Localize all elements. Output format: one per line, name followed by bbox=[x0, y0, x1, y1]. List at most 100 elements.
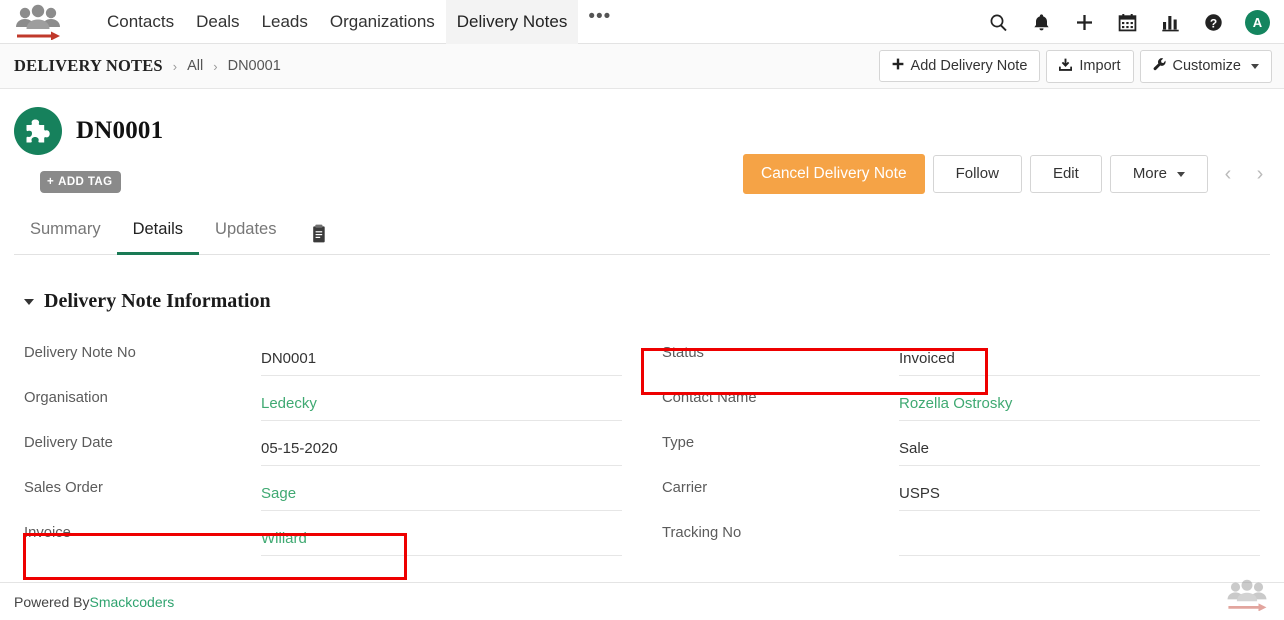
more-button[interactable]: More bbox=[1110, 155, 1208, 193]
breadcrumb-separator-icon: › bbox=[213, 59, 217, 74]
bell-icon[interactable] bbox=[1030, 11, 1052, 33]
nav-item-deals[interactable]: Deals bbox=[185, 0, 250, 44]
field-value: Sale bbox=[899, 440, 929, 458]
field-row-type: Type Sale bbox=[662, 421, 1260, 466]
main-nav-items: Contacts Deals Leads Organizations Deliv… bbox=[96, 0, 621, 44]
field-row-contact-name: Contact Name Rozella Ostrosky bbox=[662, 376, 1260, 421]
chevron-right-icon[interactable]: › bbox=[1248, 159, 1272, 189]
field-value-cell[interactable]: Invoiced bbox=[899, 331, 1260, 376]
field-row-status: Status Invoiced bbox=[662, 331, 1260, 376]
field-value-cell[interactable] bbox=[899, 511, 1260, 556]
footer-powered-by-label: Powered By bbox=[14, 594, 89, 610]
avatar[interactable]: A bbox=[1245, 10, 1270, 35]
plus-icon[interactable] bbox=[1073, 11, 1095, 33]
edit-button[interactable]: Edit bbox=[1030, 155, 1102, 193]
import-label: Import bbox=[1079, 58, 1120, 74]
add-tag-label: ADD TAG bbox=[58, 176, 112, 188]
people-group-arrow-logo[interactable] bbox=[10, 2, 66, 42]
breadcrumb-actions: Add Delivery Note Import Customize bbox=[879, 50, 1272, 83]
search-icon[interactable] bbox=[987, 11, 1009, 33]
field-value-cell[interactable]: 05-15-2020 bbox=[261, 421, 622, 466]
field-label: Tracking No bbox=[662, 525, 899, 556]
section-title: Delivery Note Information bbox=[44, 290, 271, 313]
field-label: Invoice bbox=[24, 525, 261, 556]
field-label: Delivery Note No bbox=[24, 345, 261, 376]
record-header: DN0001 + ADD TAG Cancel Delivery Note Fo… bbox=[0, 89, 1284, 201]
breadcrumb-root[interactable]: DELIVERY NOTES bbox=[14, 56, 163, 76]
chevron-down-icon bbox=[1251, 64, 1259, 69]
breadcrumb: DELIVERY NOTES › All › DN0001 bbox=[14, 56, 281, 76]
help-circle-icon[interactable]: ? bbox=[1202, 11, 1224, 33]
field-row-sales-order: Sales Order Sage bbox=[24, 466, 622, 511]
field-label: Status bbox=[662, 345, 899, 376]
field-label: Delivery Date bbox=[24, 435, 261, 466]
field-value-cell[interactable]: DN0001 bbox=[261, 331, 622, 376]
field-value-link[interactable]: Rozella Ostrosky bbox=[899, 395, 1012, 413]
page-title: DN0001 bbox=[76, 117, 163, 145]
nav-item-leads[interactable]: Leads bbox=[251, 0, 319, 44]
field-column-right: Status Invoiced Contact Name Rozella Ost… bbox=[662, 331, 1260, 556]
download-tray-icon bbox=[1059, 58, 1072, 75]
chart-bar-icon[interactable] bbox=[1159, 11, 1181, 33]
field-value-cell[interactable]: Sage bbox=[261, 466, 622, 511]
add-delivery-note-button[interactable]: Add Delivery Note bbox=[879, 50, 1041, 82]
wrench-icon bbox=[1153, 58, 1166, 75]
top-nav-right-icons: ? A bbox=[987, 0, 1270, 44]
top-navigation-bar: Contacts Deals Leads Organizations Deliv… bbox=[0, 0, 1284, 44]
field-value-link[interactable]: Willard bbox=[261, 530, 307, 548]
add-tag-button[interactable]: + ADD TAG bbox=[40, 171, 121, 193]
caret-down-icon[interactable] bbox=[24, 299, 34, 305]
field-row-organisation: Organisation Ledecky bbox=[24, 376, 622, 421]
clipboard-document-icon[interactable] bbox=[293, 224, 344, 255]
record-tabs: Summary Details Updates bbox=[14, 201, 1270, 255]
field-row-invoice: Invoice Willard bbox=[24, 511, 622, 556]
breadcrumb-all[interactable]: All bbox=[187, 58, 203, 74]
puzzle-piece-icon bbox=[14, 107, 62, 155]
nav-item-organizations[interactable]: Organizations bbox=[319, 0, 446, 44]
tab-summary[interactable]: Summary bbox=[14, 220, 117, 255]
nav-item-contacts[interactable]: Contacts bbox=[96, 0, 185, 44]
customize-label: Customize bbox=[1173, 58, 1242, 74]
field-value-cell[interactable]: Willard bbox=[261, 511, 622, 556]
section-header-delivery-note-information[interactable]: Delivery Note Information bbox=[24, 290, 1270, 313]
tab-details[interactable]: Details bbox=[117, 220, 199, 255]
field-column-left: Delivery Note No DN0001 Organisation Led… bbox=[24, 331, 622, 556]
record-title-wrap: DN0001 bbox=[14, 107, 1270, 155]
field-row-delivery-note-no: Delivery Note No DN0001 bbox=[24, 331, 622, 376]
import-button[interactable]: Import bbox=[1046, 50, 1133, 83]
customize-button[interactable]: Customize bbox=[1140, 50, 1273, 83]
breadcrumb-separator-icon: › bbox=[173, 59, 177, 74]
status-badge: Invoiced bbox=[899, 350, 955, 368]
breadcrumb-current: DN0001 bbox=[228, 58, 281, 74]
field-value-link[interactable]: Ledecky bbox=[261, 395, 317, 413]
people-group-arrow-logo bbox=[1224, 579, 1270, 616]
field-value-cell[interactable]: Sale bbox=[899, 421, 1260, 466]
nav-overflow-menu-icon[interactable]: ••• bbox=[578, 11, 621, 23]
field-row-delivery-date: Delivery Date 05-15-2020 bbox=[24, 421, 622, 466]
field-value-link[interactable]: Sage bbox=[261, 485, 296, 503]
follow-button[interactable]: Follow bbox=[933, 155, 1022, 193]
tab-updates[interactable]: Updates bbox=[199, 220, 292, 255]
field-label: Contact Name bbox=[662, 390, 899, 421]
field-value-cell[interactable]: Ledecky bbox=[261, 376, 622, 421]
field-value: 05-15-2020 bbox=[261, 440, 338, 458]
field-row-carrier: Carrier USPS bbox=[662, 466, 1260, 511]
field-value: DN0001 bbox=[261, 350, 316, 368]
svg-text:?: ? bbox=[1209, 16, 1216, 30]
field-label: Type bbox=[662, 435, 899, 466]
nav-item-delivery-notes[interactable]: Delivery Notes bbox=[446, 0, 579, 44]
plus-icon bbox=[892, 58, 904, 74]
field-label: Carrier bbox=[662, 480, 899, 511]
breadcrumb-bar: DELIVERY NOTES › All › DN0001 Add Delive… bbox=[0, 44, 1284, 89]
more-label: More bbox=[1133, 166, 1167, 182]
page-footer: Powered By Smackcoders bbox=[0, 582, 1284, 620]
app-root: Contacts Deals Leads Organizations Deliv… bbox=[0, 0, 1284, 620]
cancel-delivery-note-button[interactable]: Cancel Delivery Note bbox=[743, 154, 925, 194]
field-value-cell[interactable]: USPS bbox=[899, 466, 1260, 511]
footer-brand-link[interactable]: Smackcoders bbox=[89, 594, 174, 610]
chevron-left-icon[interactable]: ‹ bbox=[1216, 159, 1240, 189]
add-delivery-note-label: Add Delivery Note bbox=[911, 58, 1028, 74]
field-row-tracking-no: Tracking No bbox=[662, 511, 1260, 556]
calendar-icon[interactable] bbox=[1116, 11, 1138, 33]
field-value-cell[interactable]: Rozella Ostrosky bbox=[899, 376, 1260, 421]
